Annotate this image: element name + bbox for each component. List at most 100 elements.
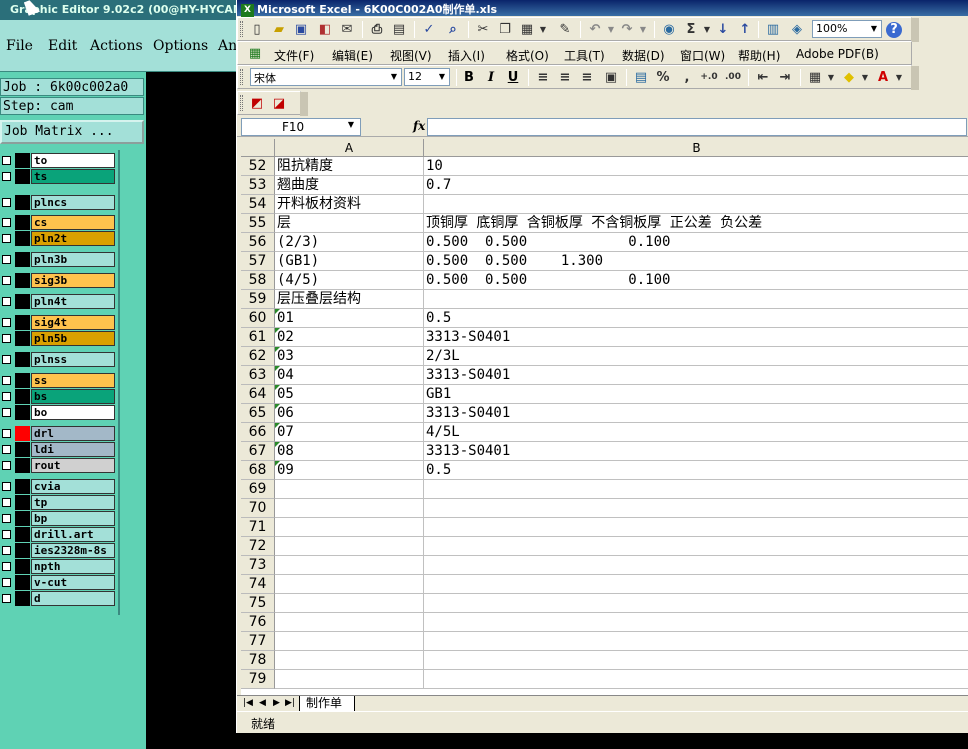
- layer-row[interactable]: cs: [0, 215, 118, 230]
- layer-row[interactable]: pln3b: [0, 252, 118, 267]
- cell-b[interactable]: 2/3L: [424, 347, 968, 366]
- cell-a[interactable]: [275, 556, 424, 575]
- layer-checkbox[interactable]: [2, 334, 11, 343]
- menu-insert[interactable]: 插入(I): [448, 47, 485, 64]
- layer-affected-toggle[interactable]: [15, 543, 30, 558]
- row-header[interactable]: 73: [241, 556, 275, 575]
- cell-a[interactable]: [275, 575, 424, 594]
- layer-row[interactable]: ies2328m-8s: [0, 543, 118, 558]
- layer-row[interactable]: sig3b: [0, 273, 118, 288]
- cell-b[interactable]: [424, 651, 968, 670]
- cell-a[interactable]: [275, 518, 424, 537]
- open-icon[interactable]: ▰: [270, 21, 288, 38]
- layer-affected-toggle[interactable]: [15, 495, 30, 510]
- cell-b[interactable]: 0.500 0.500 1.300: [424, 252, 968, 271]
- layer-affected-toggle[interactable]: [15, 153, 30, 168]
- align-left-icon[interactable]: ≡: [534, 69, 552, 86]
- layer-affected-toggle[interactable]: [15, 252, 30, 267]
- layer-row[interactable]: pln4t: [0, 294, 118, 309]
- cell-a[interactable]: 层压叠层结构: [275, 290, 424, 309]
- sort-ascending-icon[interactable]: ↓: [714, 21, 732, 38]
- layer-affected-toggle[interactable]: [15, 195, 30, 210]
- cell-a[interactable]: [275, 651, 424, 670]
- row-header[interactable]: 79: [241, 670, 275, 689]
- cell-b[interactable]: [424, 613, 968, 632]
- cell-a[interactable]: (2/3): [275, 233, 424, 252]
- decrease-indent-icon[interactable]: ⇤: [754, 69, 772, 86]
- menu-adobe-pdf[interactable]: Adobe PDF(B): [796, 47, 879, 61]
- row-header[interactable]: 68: [241, 461, 275, 480]
- layer-affected-toggle[interactable]: [15, 373, 30, 388]
- row-header[interactable]: 60: [241, 309, 275, 328]
- sheet-tab[interactable]: 制作单: [299, 696, 356, 712]
- increase-decimal-icon[interactable]: +.0: [700, 69, 718, 86]
- layer-row[interactable]: rout: [0, 458, 118, 473]
- comma-style-icon[interactable]: ,: [678, 69, 696, 86]
- new-icon[interactable]: ▯: [248, 21, 266, 38]
- email-icon[interactable]: ✉: [338, 21, 356, 38]
- cell-a[interactable]: 03: [275, 347, 424, 366]
- job-matrix-button[interactable]: Job Matrix ...: [0, 120, 144, 144]
- row-header[interactable]: 70: [241, 499, 275, 518]
- cell-a[interactable]: (4/5): [275, 271, 424, 290]
- layer-row[interactable]: plnss: [0, 352, 118, 367]
- layer-affected-toggle[interactable]: [15, 405, 30, 420]
- font-name-select[interactable]: 宋体 ▼: [250, 68, 402, 86]
- layer-checkbox[interactable]: [2, 429, 11, 438]
- prev-sheet-icon[interactable]: ◀: [259, 698, 266, 708]
- layer-checkbox[interactable]: [2, 482, 11, 491]
- layer-row[interactable]: pln5b: [0, 331, 118, 346]
- cell-b[interactable]: 3313-S0401: [424, 442, 968, 461]
- layer-checkbox[interactable]: [2, 530, 11, 539]
- layer-row[interactable]: d: [0, 591, 118, 606]
- toolbar-grip[interactable]: [240, 69, 243, 85]
- layer-affected-toggle[interactable]: [15, 591, 30, 606]
- ge-menu-edit[interactable]: Edit: [48, 38, 77, 54]
- cell-a[interactable]: (GB1): [275, 252, 424, 271]
- menu-view[interactable]: 视图(V): [390, 47, 432, 64]
- layer-checkbox[interactable]: [2, 376, 11, 385]
- layer-affected-toggle[interactable]: [15, 294, 30, 309]
- layer-affected-toggle[interactable]: [15, 527, 30, 542]
- row-header[interactable]: 52: [241, 157, 275, 176]
- row-header[interactable]: 56: [241, 233, 275, 252]
- format-painter-icon[interactable]: ✎: [556, 21, 574, 38]
- print-icon[interactable]: ⎙: [368, 21, 386, 38]
- permission-icon[interactable]: ◧: [316, 21, 334, 38]
- cell-b[interactable]: 4/5L: [424, 423, 968, 442]
- cell-a[interactable]: [275, 537, 424, 556]
- row-header[interactable]: 53: [241, 176, 275, 195]
- percent-icon[interactable]: %: [654, 69, 672, 86]
- cell-a[interactable]: [275, 499, 424, 518]
- cell-b[interactable]: [424, 518, 968, 537]
- align-center-icon[interactable]: ≡: [556, 69, 574, 86]
- graphic-editor-canvas[interactable]: [146, 72, 236, 749]
- layer-checkbox[interactable]: [2, 392, 11, 401]
- layer-affected-toggle[interactable]: [15, 389, 30, 404]
- insert-function-icon[interactable]: fx: [413, 119, 425, 133]
- layer-affected-toggle[interactable]: [15, 352, 30, 367]
- cell-b[interactable]: 顶铜厚 底铜厚 含铜板厚 不含铜板厚 正公差 负公差: [424, 214, 968, 233]
- last-sheet-icon[interactable]: ▶|: [285, 698, 295, 708]
- menu-window[interactable]: 窗口(W): [680, 47, 725, 64]
- currency-icon[interactable]: ▤: [632, 69, 650, 86]
- layer-row[interactable]: bs: [0, 389, 118, 404]
- layer-checkbox[interactable]: [2, 578, 11, 587]
- row-header[interactable]: 72: [241, 537, 275, 556]
- increase-indent-icon[interactable]: ⇥: [776, 69, 794, 86]
- layer-row[interactable]: ss: [0, 373, 118, 388]
- layer-row[interactable]: npth: [0, 559, 118, 574]
- cell-b[interactable]: GB1: [424, 385, 968, 404]
- row-header[interactable]: 64: [241, 385, 275, 404]
- layer-affected-toggle[interactable]: [15, 458, 30, 473]
- formula-input[interactable]: [427, 118, 967, 136]
- menu-edit[interactable]: 编辑(E): [332, 47, 373, 64]
- row-header[interactable]: 71: [241, 518, 275, 537]
- layer-affected-toggle[interactable]: [15, 273, 30, 288]
- layer-checkbox[interactable]: [2, 355, 11, 364]
- decrease-decimal-icon[interactable]: .00: [724, 69, 742, 86]
- layer-checkbox[interactable]: [2, 445, 11, 454]
- cell-b[interactable]: 3313-S0401: [424, 404, 968, 423]
- cell-a[interactable]: [275, 613, 424, 632]
- layer-checkbox[interactable]: [2, 318, 11, 327]
